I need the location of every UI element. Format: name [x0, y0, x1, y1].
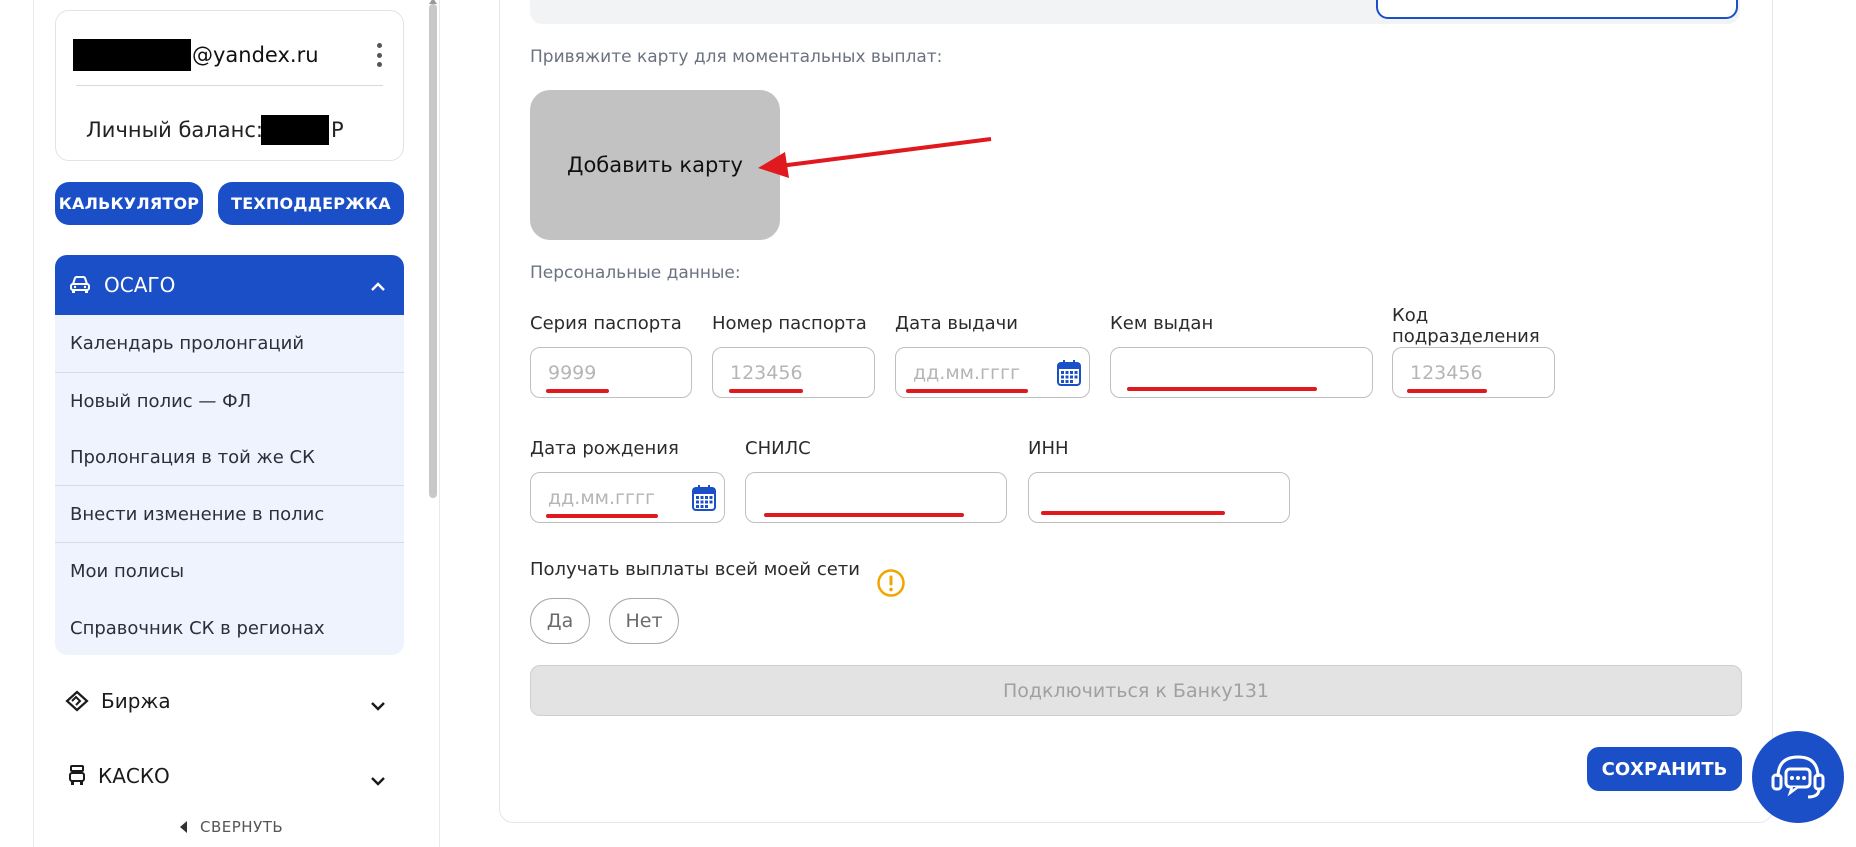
collapse-sidebar-button[interactable]: СВЕРНУТЬ: [180, 818, 283, 836]
top-field[interactable]: [1376, 0, 1738, 19]
car-front-icon: [68, 765, 86, 787]
account-email: @yandex.ru: [73, 39, 319, 71]
yes-option[interactable]: Да: [530, 598, 590, 644]
snils-label: СНИЛС: [745, 438, 811, 459]
issue-date-placeholder: дд.мм.гггг: [913, 361, 1020, 384]
division-code-label-line2: подразделения: [1392, 326, 1540, 347]
nav-osago-label: ОСАГО: [104, 273, 176, 297]
support-chat-button[interactable]: [1752, 731, 1844, 823]
handshake-icon: [65, 690, 89, 712]
nav-osago[interactable]: ОСАГО: [55, 255, 404, 315]
nav-birzha-label: Биржа: [101, 689, 171, 713]
account-card: @yandex.ru Личный баланс: Р: [55, 10, 404, 161]
collapse-label: СВЕРНУТЬ: [200, 818, 284, 836]
issue-date-label: Дата выдачи: [895, 313, 1018, 334]
annotation-underline: [546, 514, 658, 518]
submenu-item-calendar[interactable]: Календарь пролонгаций: [55, 315, 404, 372]
issued-by-label: Кем выдан: [1110, 313, 1214, 334]
birth-date-placeholder: дд.мм.гггг: [548, 486, 655, 509]
submenu-item-directory[interactable]: Справочник СК в регионах: [55, 600, 404, 657]
annotation-underline: [1127, 387, 1317, 391]
account-divider: [76, 85, 383, 86]
passport-series-label: Серия паспорта: [530, 313, 682, 334]
submenu-item-change-policy[interactable]: Внести изменение в полис: [55, 486, 404, 543]
save-button[interactable]: СОХРАНИТЬ: [1587, 747, 1742, 791]
passport-number-placeholder: 123456: [730, 361, 803, 384]
no-option[interactable]: Нет: [609, 598, 679, 644]
annotation-underline: [546, 389, 609, 393]
network-payouts-label: Получать выплаты всей моей сети: [530, 559, 860, 580]
division-code-label-line1: Код: [1392, 305, 1429, 326]
chevron-down-icon: [370, 771, 386, 790]
email-redaction: [73, 39, 191, 71]
submenu-item-prolongation[interactable]: Пролонгация в той же СК: [55, 429, 404, 486]
caret-left-icon: [180, 821, 188, 833]
inn-label: ИНН: [1028, 438, 1069, 459]
inn-input[interactable]: [1028, 472, 1290, 523]
calendar-icon[interactable]: [1057, 360, 1081, 391]
support-button[interactable]: ТЕХПОДДЕРЖКА: [218, 182, 404, 225]
account-menu-icon[interactable]: [375, 43, 383, 67]
sidebar-scrollbar-thumb[interactable]: [429, 4, 437, 498]
email-domain: @yandex.ru: [192, 43, 319, 67]
annotation-underline: [906, 389, 1028, 393]
page: @yandex.ru Личный баланс: Р КАЛЬКУЛЯТОР …: [0, 0, 1856, 847]
submenu-item-new-policy[interactable]: Новый полис — ФЛ: [55, 373, 404, 430]
account-balance: Личный баланс: Р: [86, 115, 344, 145]
card-section-label: Привяжите карту для моментальных выплат:: [530, 47, 943, 67]
division-code-label: Код подразделения: [1392, 305, 1540, 347]
annotation-underline: [1407, 389, 1487, 393]
chevron-up-icon: [370, 277, 386, 296]
calculator-button[interactable]: КАЛЬКУЛЯТОР: [55, 182, 203, 225]
division-code-placeholder: 123456: [1410, 361, 1483, 384]
passport-number-label: Номер паспорта: [712, 313, 867, 334]
nav-kasko[interactable]: КАСКО: [55, 751, 404, 801]
connect-bank-button[interactable]: Подключиться к Банку131: [530, 665, 1742, 716]
calendar-icon[interactable]: [692, 485, 716, 516]
headset-chat-icon: [1768, 749, 1828, 805]
nav-birzha[interactable]: Биржа: [55, 676, 404, 726]
annotation-underline: [1041, 511, 1225, 515]
personal-data-label: Персональные данные:: [530, 263, 741, 283]
nav-kasko-label: КАСКО: [98, 764, 170, 788]
add-card-button[interactable]: Добавить карту: [530, 90, 780, 240]
balance-currency: Р: [330, 118, 344, 142]
annotation-underline: [764, 513, 964, 517]
chevron-down-icon: [370, 696, 386, 715]
submenu-item-my-policies[interactable]: Мои полисы: [55, 543, 404, 600]
passport-series-placeholder: 9999: [548, 361, 597, 384]
balance-redaction: [260, 115, 329, 145]
birth-date-label: Дата рождения: [530, 438, 679, 459]
osago-submenu: Календарь пролонгаций Новый полис — ФЛ П…: [55, 315, 404, 655]
warning-icon[interactable]: [876, 568, 906, 602]
annotation-underline: [729, 389, 803, 393]
balance-label: Личный баланс:: [86, 118, 263, 142]
car-icon: [69, 275, 91, 295]
